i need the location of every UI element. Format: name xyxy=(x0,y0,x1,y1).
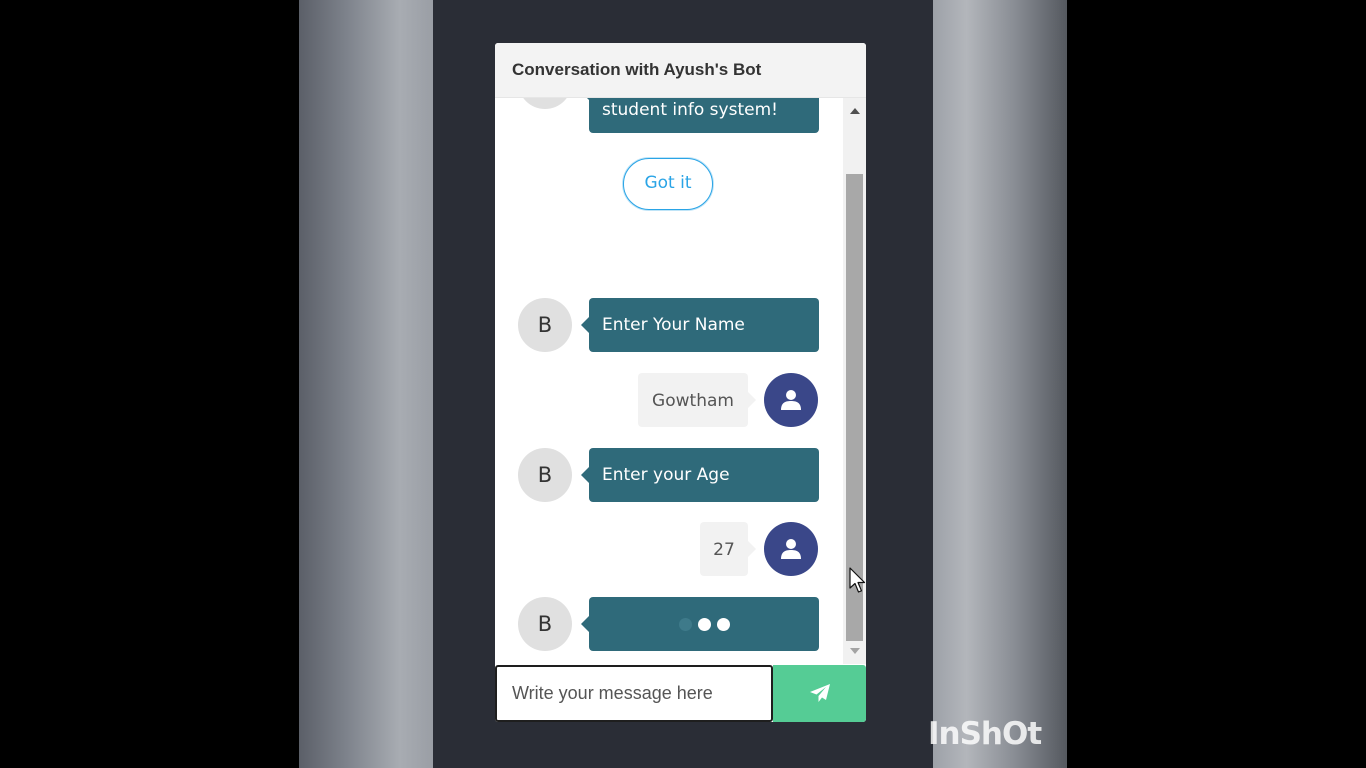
video-frame-right xyxy=(933,0,1067,768)
bot-message-bubble: Enter your Age xyxy=(581,448,819,502)
bot-avatar: B xyxy=(518,298,572,352)
bot-avatar: B xyxy=(518,448,572,502)
bot-message-bubble: student info system! xyxy=(581,98,819,133)
scroll-up-arrow-icon[interactable] xyxy=(850,108,860,114)
bot-avatar: B xyxy=(518,597,572,651)
message-input-wrapper xyxy=(495,665,773,722)
chatbot-window: Conversation with Ayush's Bot B student … xyxy=(495,43,866,722)
typing-dot xyxy=(716,617,730,631)
message-list[interactable]: B student info system! Got it B Enter Yo… xyxy=(495,98,843,664)
user-avatar xyxy=(764,373,818,427)
chat-header-title: Conversation with Ayush's Bot xyxy=(495,43,866,98)
send-button[interactable] xyxy=(773,665,866,722)
typing-dot xyxy=(678,617,692,631)
bot-avatar: B xyxy=(518,98,572,109)
inshot-watermark: InShOt xyxy=(928,716,1042,752)
bot-typing-indicator xyxy=(581,597,819,651)
scroll-down-arrow-icon[interactable] xyxy=(850,648,860,654)
user-icon xyxy=(781,539,801,559)
message-input[interactable] xyxy=(497,667,771,720)
got-it-option-button[interactable]: Got it xyxy=(623,158,713,210)
video-frame-left xyxy=(299,0,433,768)
user-message-bubble: Gowtham xyxy=(638,373,756,427)
user-icon xyxy=(781,390,801,410)
paper-plane-icon xyxy=(810,684,830,702)
mouse-pointer-icon xyxy=(849,567,866,593)
bot-message-bubble: Enter Your Name xyxy=(581,298,819,352)
user-avatar xyxy=(764,522,818,576)
user-message-bubble: 27 xyxy=(700,522,756,576)
typing-dot xyxy=(697,617,711,631)
